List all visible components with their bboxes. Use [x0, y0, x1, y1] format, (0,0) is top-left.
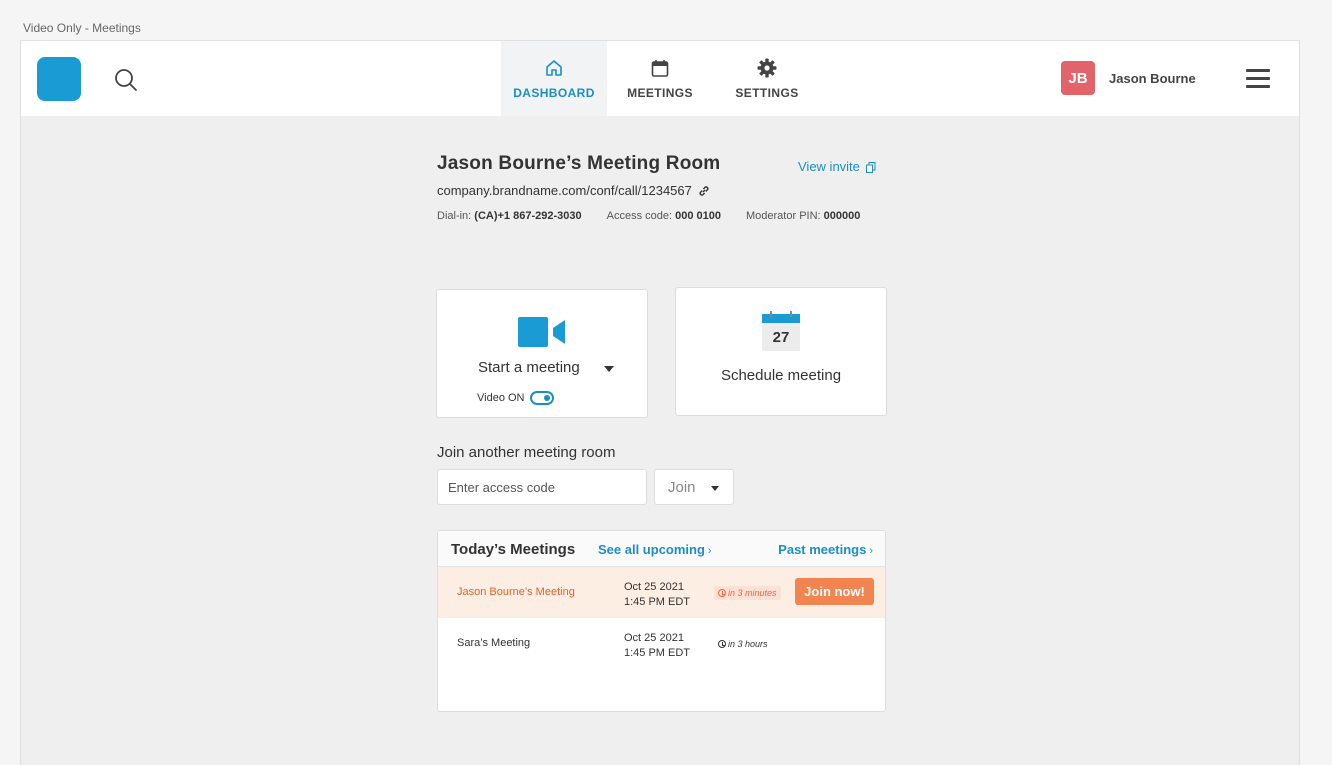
access-code-input[interactable]: [437, 469, 647, 505]
page-title: Jason Bourne’s Meeting Room: [437, 153, 721, 174]
see-all-upcoming-link[interactable]: See all upcoming ›: [598, 542, 712, 557]
view-invite-label: View invite: [798, 159, 860, 174]
access-code-info: Access code: 000 0100: [606, 210, 721, 222]
start-options-caret[interactable]: [604, 366, 614, 372]
todays-meetings-panel: Today’s Meetings See all upcoming › Past …: [437, 530, 886, 712]
start-meeting-card[interactable]: Start a meeting Video ON: [436, 289, 648, 418]
meeting-name: Jason Bourne’s Meeting: [457, 586, 575, 598]
calendar-icon: 27: [762, 311, 800, 356]
join-heading: Join another meeting room: [437, 444, 616, 461]
join-button[interactable]: Join: [654, 469, 734, 505]
gear-icon: [756, 57, 778, 79]
meeting-row[interactable]: Jason Bourne’s Meeting Oct 25 2021 1:45 …: [438, 567, 885, 618]
meeting-datetime: Oct 25 2021 1:45 PM EDT: [624, 632, 691, 659]
search-icon[interactable]: [113, 67, 139, 93]
calendar-day: 27: [772, 329, 790, 346]
video-camera-icon: [518, 317, 566, 352]
user-menu[interactable]: JB Jason Bourne: [1061, 61, 1196, 95]
chevron-right-icon: ›: [707, 545, 712, 557]
tab-meetings[interactable]: MEETINGS: [607, 41, 713, 116]
view-invite-link[interactable]: View invite: [798, 159, 876, 174]
meeting-name: Sara’s Meeting: [457, 637, 531, 649]
clock-icon: [718, 589, 726, 597]
video-toggle-label: Video ON: [477, 392, 525, 404]
hamburger-menu-icon[interactable]: [1246, 69, 1270, 89]
video-toggle[interactable]: [530, 391, 554, 405]
home-icon: [543, 57, 565, 79]
user-name: Jason Bourne: [1109, 70, 1196, 86]
chevron-down-icon: [711, 486, 719, 491]
chevron-right-icon: ›: [869, 545, 873, 557]
meeting-datetime: Oct 25 2021 1:45 PM EDT: [624, 581, 691, 608]
window-title: Video Only - Meetings: [23, 21, 141, 35]
meeting-eta: in 3 hours: [714, 637, 772, 651]
copy-icon: [865, 161, 876, 173]
dialin-info: Dial-in: (CA)+1 867-292-3030: [437, 210, 582, 222]
meeting-row[interactable]: Sara’s Meeting Oct 25 2021 1:45 PM EDT i…: [438, 618, 885, 669]
room-url: company.brandname.com/conf/call/1234567: [437, 183, 710, 198]
schedule-meeting-card[interactable]: 27 Schedule meeting: [675, 287, 887, 416]
meeting-eta: in 3 minutes: [714, 586, 781, 600]
join-label: Join: [668, 478, 696, 496]
join-now-button[interactable]: Join now!: [795, 578, 874, 605]
tab-label: MEETINGS: [627, 86, 693, 100]
dial-info: Dial-in: (CA)+1 867-292-3030 Access code…: [437, 210, 885, 222]
tab-settings[interactable]: SETTINGS: [713, 41, 821, 116]
todays-meetings-title: Today’s Meetings: [451, 541, 576, 558]
schedule-meeting-label: Schedule meeting: [720, 367, 842, 384]
tab-dashboard[interactable]: DASHBOARD: [501, 41, 607, 116]
brand-logo[interactable]: [37, 57, 81, 101]
todays-meetings-header: Today’s Meetings See all upcoming › Past …: [438, 531, 885, 567]
room-url-text[interactable]: company.brandname.com/conf/call/1234567: [437, 183, 692, 198]
calendar-icon: [649, 57, 671, 79]
avatar: JB: [1061, 61, 1095, 95]
top-bar: DASHBOARD MEETINGS SETTINGS JB Jason Bou…: [21, 41, 1299, 116]
clock-icon: [718, 640, 726, 648]
moderator-pin-info: Moderator PIN: 000000: [746, 210, 861, 222]
main-nav: DASHBOARD MEETINGS SETTINGS: [501, 41, 821, 116]
app-frame: DASHBOARD MEETINGS SETTINGS JB Jason Bou…: [20, 40, 1300, 765]
start-meeting-label: Start a meeting: [478, 359, 580, 376]
tab-label: SETTINGS: [735, 86, 799, 100]
past-meetings-link[interactable]: Past meetings ›: [778, 542, 873, 557]
tab-label: DASHBOARD: [513, 86, 595, 100]
link-icon[interactable]: [698, 185, 710, 197]
